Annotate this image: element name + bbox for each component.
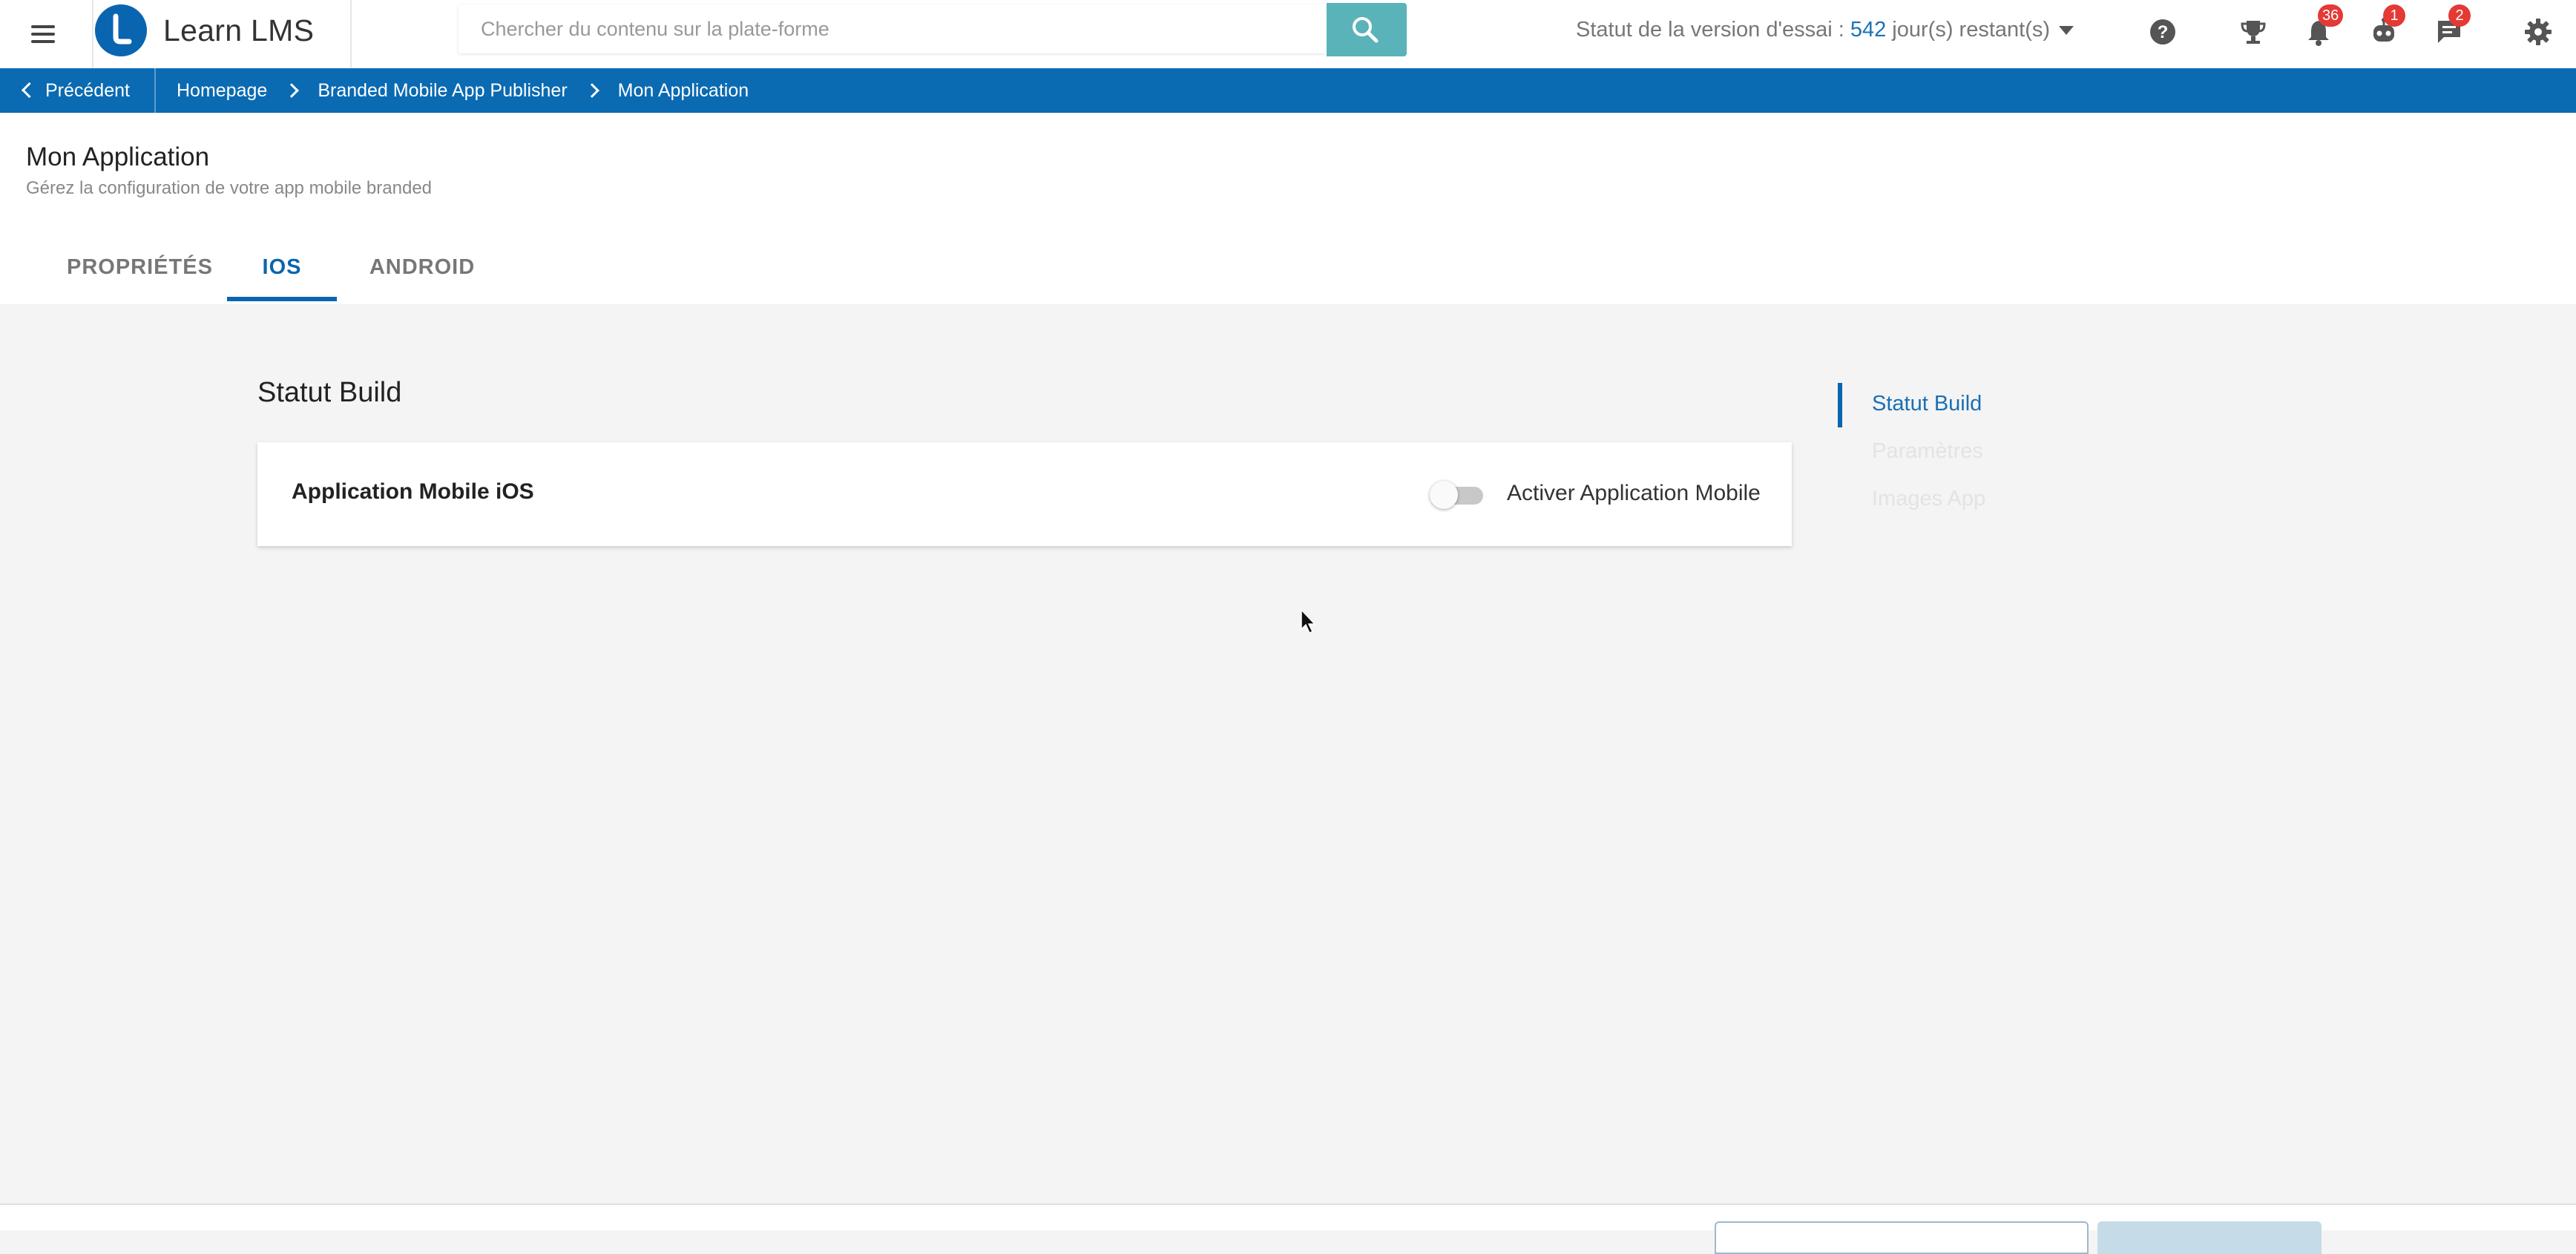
- page-title: Mon Application: [26, 142, 210, 171]
- toggle-label[interactable]: Activer Application Mobile: [1507, 481, 1761, 506]
- back-label: Précédent: [45, 80, 130, 101]
- mouse-cursor-icon: [1301, 608, 1316, 634]
- settings-button[interactable]: [2517, 10, 2560, 53]
- breadcrumb-current: Mon Application: [617, 80, 749, 101]
- breadcrumb-homepage[interactable]: Homepage: [177, 68, 267, 113]
- page-subtitle: Gérez la configuration de votre app mobi…: [26, 178, 433, 198]
- svg-text:?: ?: [2158, 22, 2169, 42]
- footer-bar: [0, 1204, 2576, 1254]
- tab-ios[interactable]: IOS: [227, 255, 337, 300]
- footer-secondary-button[interactable]: [1715, 1221, 2089, 1254]
- breadcrumb: Précédent Homepage Branded Mobile App Pu…: [0, 68, 2576, 113]
- header-divider: [350, 0, 352, 68]
- logo-icon[interactable]: [95, 4, 147, 56]
- toggle-knob: [1430, 481, 1458, 509]
- trial-status-dropdown[interactable]: Statut de la version d'essai : 542 jour(…: [1576, 18, 2074, 42]
- search-button[interactable]: [1327, 3, 1407, 56]
- chevron-left-icon: [21, 82, 38, 98]
- top-header: Learn LMS Statut de la version d'essai :…: [0, 0, 2576, 68]
- menu-icon[interactable]: [19, 18, 67, 50]
- assistant-button[interactable]: 1: [2362, 4, 2405, 53]
- messages-badge: 2: [2448, 4, 2471, 27]
- anchor-images-app[interactable]: Images App: [1872, 487, 1985, 511]
- section-title: Statut Build: [257, 377, 402, 408]
- enable-mobile-app-toggle[interactable]: [1430, 481, 1483, 509]
- search-input[interactable]: [459, 4, 1327, 53]
- notifications-badge: 36: [2318, 4, 2344, 27]
- help-button[interactable]: ?: [2141, 10, 2184, 53]
- trial-suffix: jour(s) restant(s): [1886, 18, 2051, 42]
- footer-primary-button[interactable]: [2097, 1221, 2322, 1254]
- trial-label: Statut de la version d'essai :: [1576, 18, 1850, 42]
- active-tab-indicator: [227, 297, 337, 301]
- tab-android[interactable]: ANDROID: [367, 255, 478, 300]
- messages-button[interactable]: 2: [2428, 4, 2471, 53]
- breadcrumb-divider: [154, 68, 156, 113]
- app-name[interactable]: Learn LMS: [163, 13, 314, 48]
- trial-days: 542: [1850, 18, 1887, 42]
- achievements-button[interactable]: [2232, 10, 2275, 53]
- card-label: Application Mobile iOS: [292, 479, 534, 504]
- help-icon: ?: [2150, 19, 2175, 45]
- ios-app-card: Application Mobile iOS Activer Applicati…: [257, 442, 1792, 546]
- anchor-active-indicator: [1838, 383, 1842, 427]
- assistant-badge: 1: [2383, 4, 2405, 27]
- trophy-icon: [2241, 21, 2266, 44]
- gear-icon: [2525, 19, 2552, 45]
- breadcrumb-publisher[interactable]: Branded Mobile App Publisher: [318, 68, 567, 113]
- tab-properties[interactable]: PROPRIÉTÉS: [67, 255, 212, 300]
- search-icon: [1353, 17, 1379, 43]
- notifications-button[interactable]: 36: [2297, 4, 2344, 53]
- anchor-parametres[interactable]: Paramètres: [1872, 439, 1983, 464]
- anchor-statut-build[interactable]: Statut Build: [1872, 392, 1982, 416]
- chevron-right-icon: [584, 83, 599, 98]
- caret-down-icon: [2059, 26, 2074, 36]
- breadcrumb-trail: Homepage Branded Mobile App Publisher Mo…: [177, 68, 749, 113]
- chevron-right-icon: [284, 83, 300, 98]
- page-header: Mon Application Gérez la configuration d…: [0, 113, 2576, 304]
- header-divider: [92, 0, 93, 68]
- back-button[interactable]: Précédent: [21, 68, 130, 113]
